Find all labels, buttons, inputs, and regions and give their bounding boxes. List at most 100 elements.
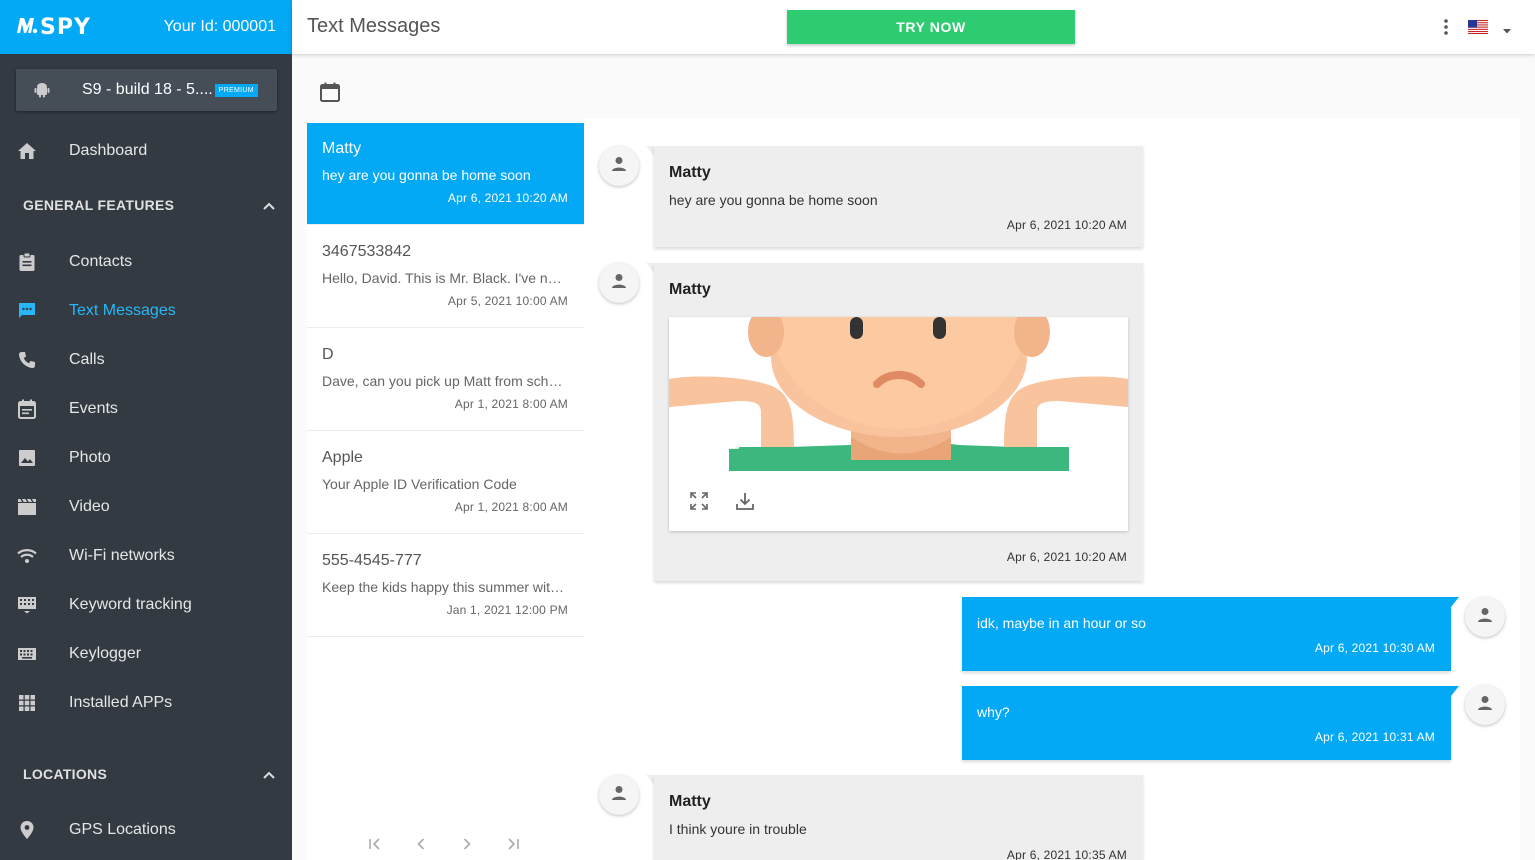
page-title: Text Messages bbox=[307, 15, 441, 37]
logo[interactable]: SPY bbox=[16, 15, 91, 40]
caret-down-icon[interactable] bbox=[1502, 22, 1512, 34]
message-text: hey are you gonna be home soon bbox=[669, 192, 878, 208]
location-pin-icon bbox=[17, 820, 37, 840]
message-time: Apr 6, 2021 10:31 AM bbox=[1314, 730, 1435, 744]
person-icon bbox=[610, 155, 628, 178]
conversation-item[interactable]: 555-4545-777 Keep the kids happy this su… bbox=[307, 535, 584, 637]
conversation-time: Jan 1, 2021 12:00 PM bbox=[446, 603, 568, 617]
message-bubble-incoming: Matty Apr 6, 2021 10:20 AM bbox=[654, 263, 1143, 581]
sidebar-item-wifi[interactable]: Wi-Fi networks bbox=[0, 536, 292, 576]
device-selector[interactable]: S9 - build 18 - 5.... PREMIUM bbox=[16, 69, 277, 111]
sidebar-item-label: Calls bbox=[69, 351, 105, 368]
conversation-item[interactable]: Matty hey are you gonna be home soon Apr… bbox=[307, 123, 584, 225]
conversation-name: D bbox=[322, 346, 334, 363]
sidebar-item-text-messages[interactable]: Text Messages bbox=[0, 291, 292, 331]
message-time: Apr 6, 2021 10:20 AM bbox=[1006, 550, 1127, 564]
calendar-filter-icon[interactable] bbox=[318, 80, 342, 104]
general-features-header[interactable]: GENERAL FEATURES bbox=[23, 197, 275, 213]
fullscreen-icon[interactable] bbox=[689, 491, 709, 511]
premium-badge: PREMIUM bbox=[214, 83, 258, 97]
more-vert-icon[interactable] bbox=[1442, 18, 1450, 36]
prev-page-icon[interactable] bbox=[413, 836, 429, 852]
sidebar-item-installed-apps[interactable]: Installed APPs bbox=[0, 683, 292, 723]
top-bar: Text Messages TRY NOW bbox=[292, 0, 1535, 54]
keyboard-icon bbox=[17, 644, 37, 664]
next-page-icon[interactable] bbox=[459, 836, 475, 852]
person-icon bbox=[610, 272, 628, 295]
try-now-button[interactable]: TRY NOW bbox=[787, 10, 1075, 44]
conversation-preview: Keep the kids happy this summer with our… bbox=[322, 579, 568, 595]
avatar bbox=[599, 263, 639, 303]
sidebar-item-label: GPS Locations bbox=[69, 821, 176, 838]
message-bubble-outgoing: idk, maybe in an hour or so Apr 6, 2021 … bbox=[962, 597, 1451, 671]
apps-grid-icon bbox=[17, 693, 37, 713]
conversation-time: Apr 1, 2021 8:00 AM bbox=[454, 397, 568, 411]
us-flag-icon[interactable] bbox=[1468, 20, 1488, 34]
home-icon bbox=[17, 141, 37, 161]
message-text: I think youre in trouble bbox=[669, 821, 807, 837]
bubble-tail bbox=[646, 263, 654, 273]
message-time: Apr 6, 2021 10:35 AM bbox=[1006, 848, 1127, 860]
last-page-icon[interactable] bbox=[505, 836, 521, 852]
sidebar-item-label: Keyword tracking bbox=[69, 596, 192, 613]
first-page-icon[interactable] bbox=[367, 836, 383, 852]
conversation-time: Apr 6, 2021 10:20 AM bbox=[447, 191, 568, 205]
message-bubble-incoming: Matty I think youre in trouble Apr 6, 20… bbox=[654, 775, 1143, 860]
sidebar-item-photo[interactable]: Photo bbox=[0, 438, 292, 478]
conversation-list: Matty hey are you gonna be home soon Apr… bbox=[307, 123, 584, 860]
clipboard-icon bbox=[17, 252, 37, 272]
sidebar-item-video[interactable]: Video bbox=[0, 487, 292, 527]
image-attachment[interactable] bbox=[669, 317, 1128, 531]
sidebar-item-label: Wi-Fi networks bbox=[69, 547, 175, 564]
user-id: Your Id: 000001 bbox=[163, 18, 276, 35]
sidebar-item-label: Photo bbox=[69, 449, 111, 466]
image-icon bbox=[17, 448, 37, 468]
download-icon[interactable] bbox=[735, 491, 755, 511]
conversation-name: 3467533842 bbox=[322, 243, 411, 260]
logo-m-icon bbox=[16, 15, 38, 40]
person-icon bbox=[1476, 694, 1494, 717]
message-text: idk, maybe in an hour or so bbox=[977, 615, 1146, 631]
conversation-preview: hey are you gonna be home soon bbox=[322, 167, 531, 183]
conversation-name: Matty bbox=[322, 140, 362, 157]
sidebar-item-gps-locations[interactable]: GPS Locations bbox=[0, 810, 292, 850]
sidebar-item-calls[interactable]: Calls bbox=[0, 340, 292, 380]
section-title: GENERAL FEATURES bbox=[23, 197, 175, 213]
sidebar: SPY Your Id: 000001 S9 - build 18 - 5...… bbox=[0, 0, 292, 860]
message-sender: Matty bbox=[669, 281, 711, 298]
conversation-preview: Dave, can you pick up Matt from school t… bbox=[322, 373, 568, 389]
keyboard-monitor-icon bbox=[17, 595, 37, 615]
message-thread: Matty hey are you gonna be home soon Apr… bbox=[584, 118, 1520, 860]
sidebar-item-dashboard[interactable]: Dashboard bbox=[0, 131, 292, 171]
avatar bbox=[1465, 597, 1505, 637]
sidebar-item-label: Contacts bbox=[69, 253, 133, 270]
avatar bbox=[599, 775, 639, 815]
message-bubble-outgoing: why? Apr 6, 2021 10:31 AM bbox=[962, 686, 1451, 760]
sidebar-item-label: Keylogger bbox=[69, 645, 142, 662]
section-title: LOCATIONS bbox=[23, 766, 108, 782]
sidebar-item-events[interactable]: Events bbox=[0, 389, 292, 429]
sidebar-item-label: Video bbox=[69, 498, 110, 515]
message-text: why? bbox=[977, 704, 1010, 720]
message-time: Apr 6, 2021 10:20 AM bbox=[1006, 218, 1127, 232]
chevron-up-icon bbox=[263, 197, 275, 213]
logo-text: SPY bbox=[40, 14, 91, 40]
conversation-item[interactable]: Apple Your Apple ID Verification Code Ap… bbox=[307, 432, 584, 534]
message-icon bbox=[17, 301, 37, 321]
sidebar-item-keyword-tracking[interactable]: Keyword tracking bbox=[0, 585, 292, 625]
sidebar-item-keylogger[interactable]: Keylogger bbox=[0, 634, 292, 674]
locations-header[interactable]: LOCATIONS bbox=[23, 766, 275, 782]
conversation-item[interactable]: 3467533842 Hello, David. This is Mr. Bla… bbox=[307, 226, 584, 328]
conversation-item[interactable]: D Dave, can you pick up Matt from school… bbox=[307, 329, 584, 431]
pagination bbox=[367, 836, 521, 852]
avatar bbox=[599, 146, 639, 186]
person-icon bbox=[610, 784, 628, 807]
avatar bbox=[1465, 685, 1505, 725]
bubble-tail bbox=[646, 775, 654, 785]
conversation-preview: Hello, David. This is Mr. Black. I've no… bbox=[322, 270, 568, 286]
message-sender: Matty bbox=[669, 164, 711, 181]
sidebar-item-contacts[interactable]: Contacts bbox=[0, 242, 292, 282]
conversation-preview: Your Apple ID Verification Code bbox=[322, 476, 517, 492]
android-icon bbox=[34, 82, 50, 98]
movie-icon bbox=[17, 497, 37, 517]
